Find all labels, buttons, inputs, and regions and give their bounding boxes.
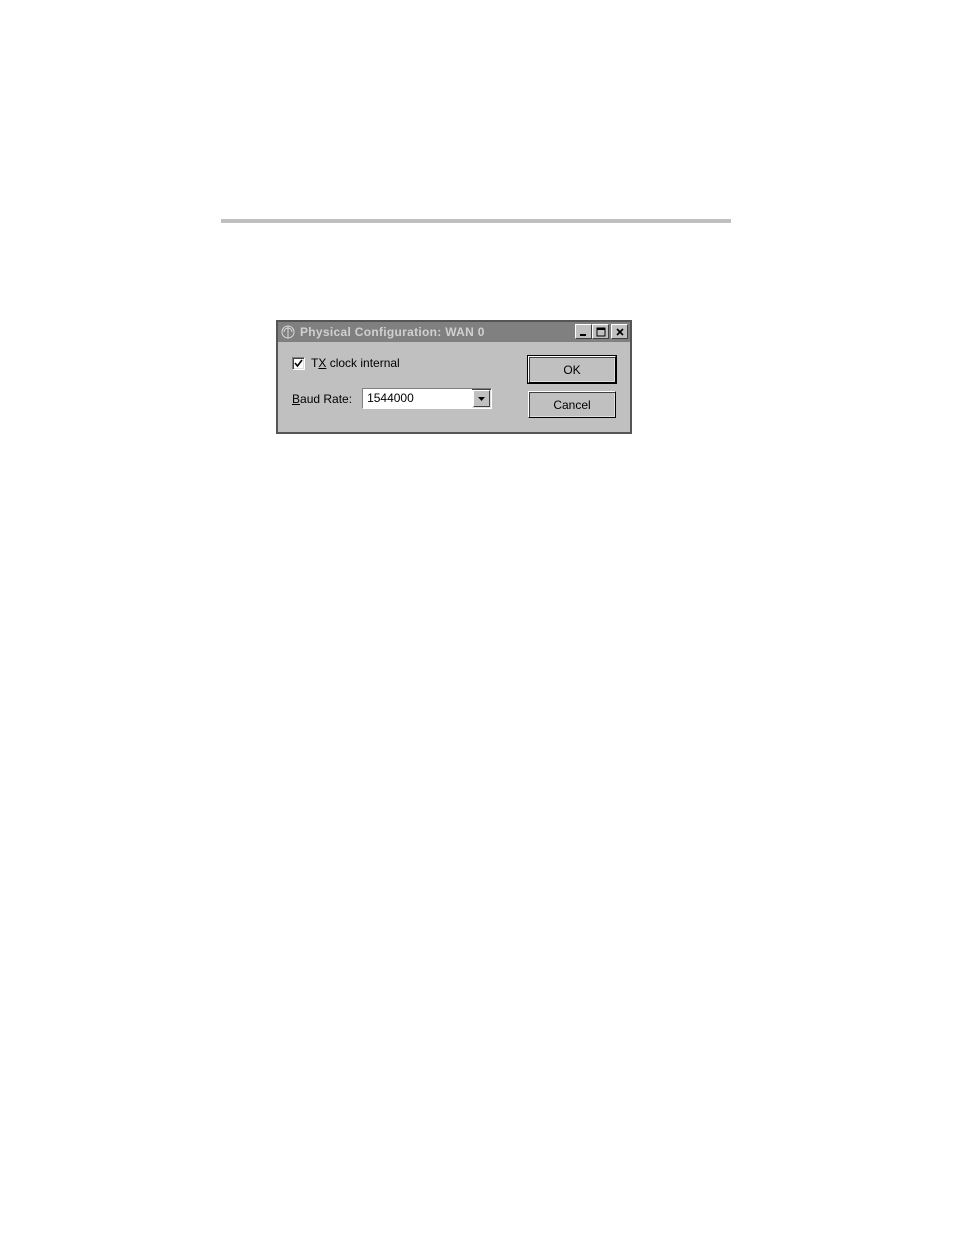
ok-button[interactable]: OK [528,356,616,383]
tx-clock-label-suffix: clock internal [326,356,399,370]
baud-rate-combo[interactable]: 1544000 [362,388,492,409]
close-button[interactable] [611,324,628,339]
horizontal-rule [221,219,731,223]
dialog-client-area: TX clock internal Baud Rate: 1544000 [278,342,630,432]
minimize-button[interactable] [575,324,592,339]
dialog-title: Physical Configuration: WAN 0 [300,325,575,339]
physical-configuration-dialog: Physical Configuration: WAN 0 [276,320,632,434]
tx-clock-row: TX clock internal [292,356,514,370]
chevron-down-icon [478,397,485,401]
baud-rate-label-mnemonic: B [292,392,300,406]
baud-rate-dropdown-button[interactable] [473,390,490,407]
app-icon [280,324,296,340]
ok-button-label: OK [563,363,580,377]
tx-clock-checkbox[interactable] [292,357,305,370]
baud-rate-row: Baud Rate: 1544000 [292,388,514,409]
window-controls [575,324,628,339]
baud-rate-label-suffix: aud Rate: [300,392,352,406]
settings-column: TX clock internal Baud Rate: 1544000 [292,356,514,409]
titlebar[interactable]: Physical Configuration: WAN 0 [278,322,630,342]
cancel-button[interactable]: Cancel [528,391,616,418]
baud-rate-value[interactable]: 1544000 [363,389,472,408]
baud-rate-label: Baud Rate: [292,392,352,406]
tx-clock-label: TX clock internal [311,356,400,370]
cancel-button-label: Cancel [553,398,590,412]
maximize-button[interactable] [592,324,609,339]
checkmark-icon [294,359,303,368]
buttons-column: OK Cancel [528,356,616,418]
